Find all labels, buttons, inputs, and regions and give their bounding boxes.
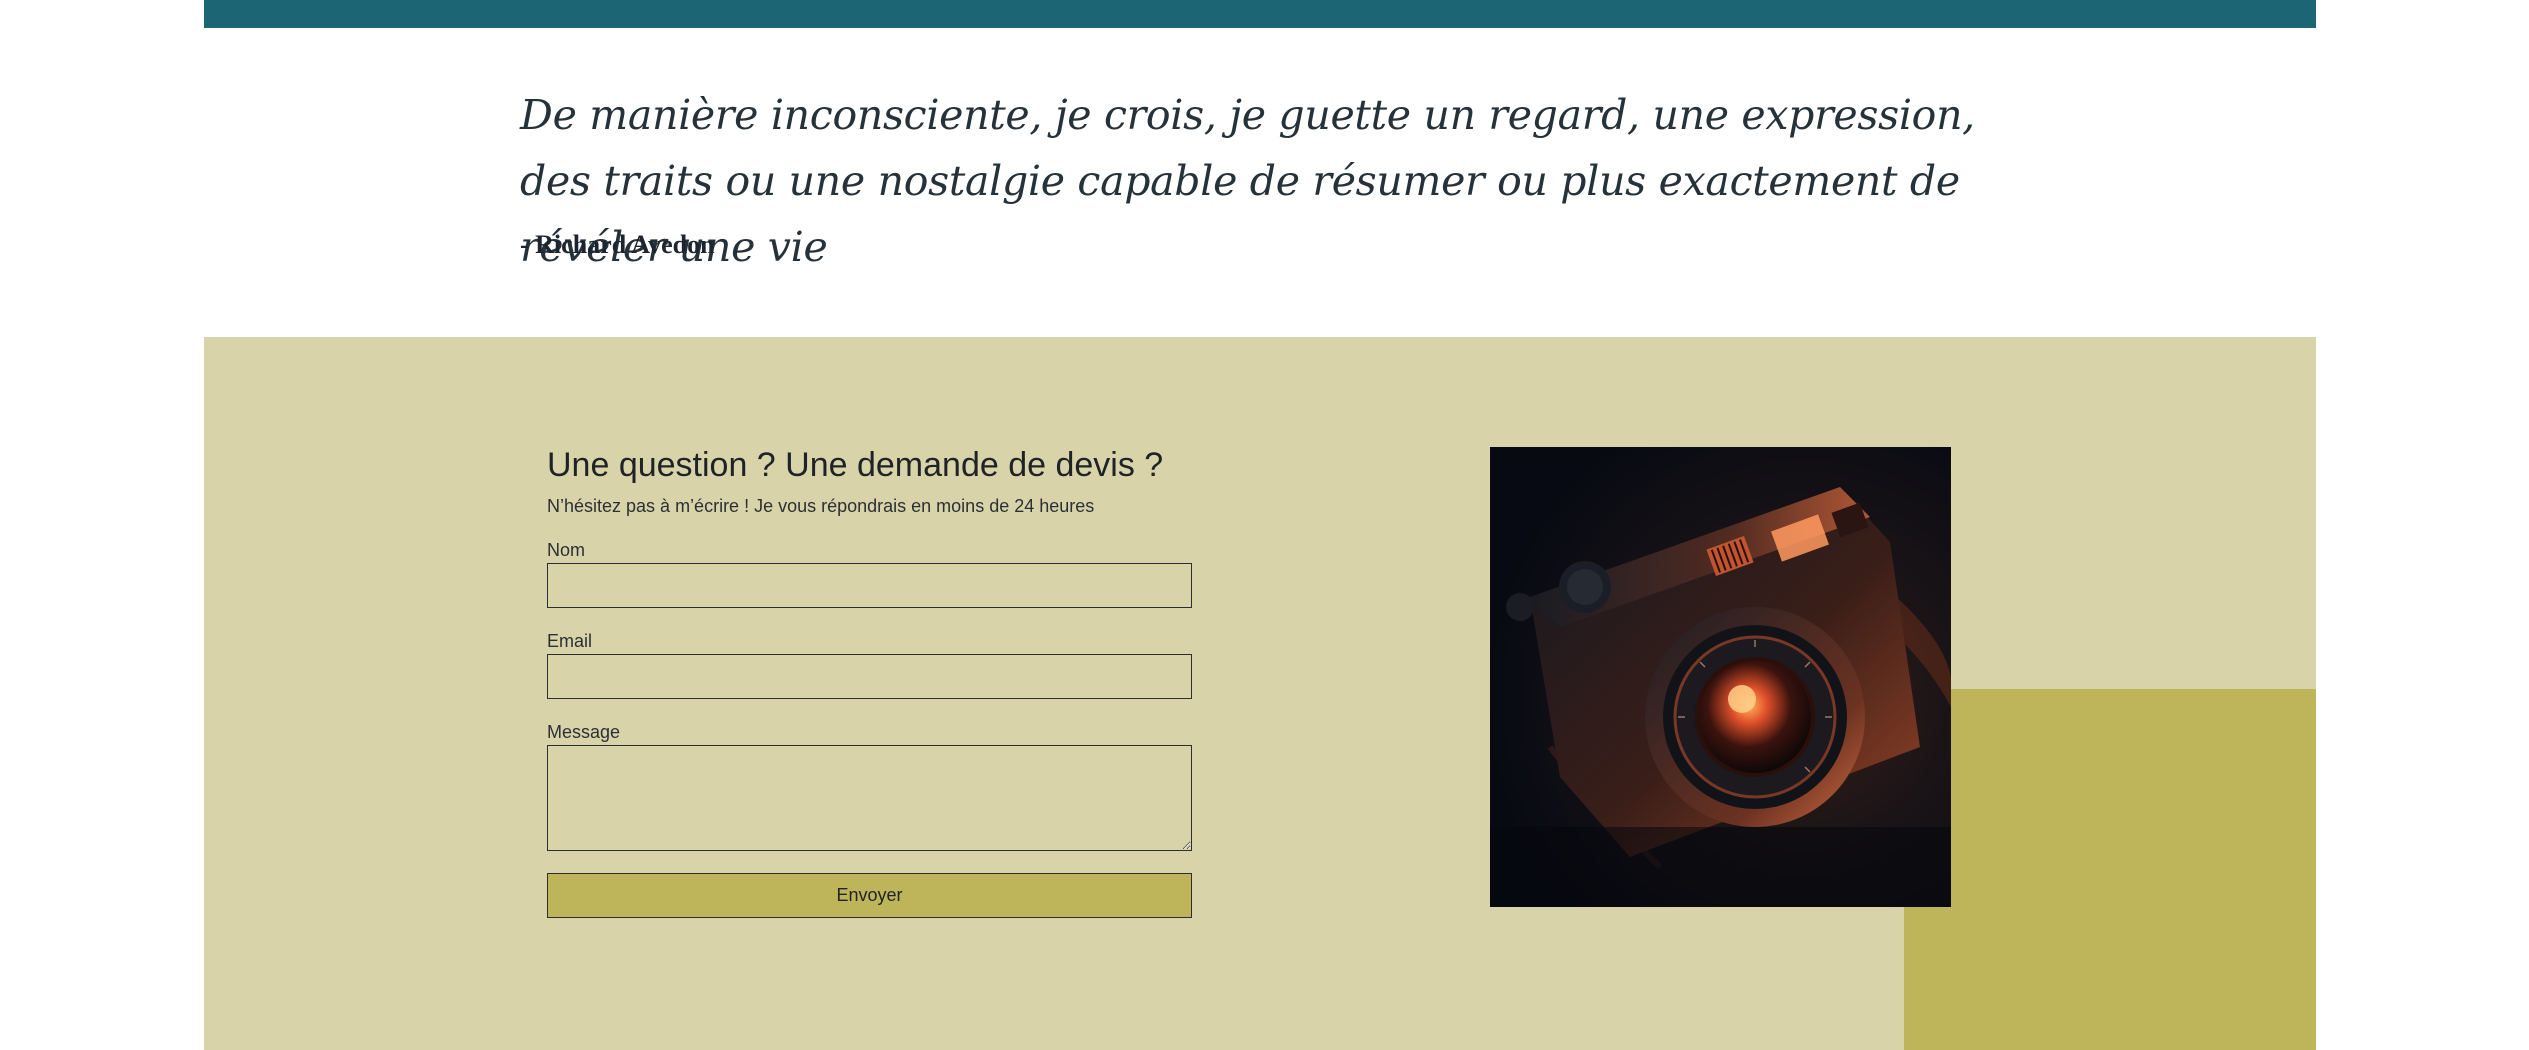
email-label: Email [547,631,593,651]
name-label: Nom [547,540,586,560]
quote-section: De manière inconsciente, je crois, je gu… [204,28,2316,337]
camera-photo [1490,447,1951,907]
message-field-group: Message [547,721,1192,851]
page: De manière inconsciente, je crois, je gu… [0,0,2529,1050]
contact-title: Une question ? Une demande de devis ? [547,446,1164,484]
submit-button[interactable]: Envoyer [547,873,1192,918]
name-field-group: Nom [547,539,1192,608]
content-column: De manière inconsciente, je crois, je gu… [204,0,2316,1050]
email-field-group: Email [547,630,1192,699]
quote-author: - Richard Avedon [520,230,715,259]
top-bar [204,0,2316,28]
name-input[interactable] [547,563,1192,608]
quote-text: De manière inconsciente, je crois, je gu… [520,91,1975,271]
camera-icon [1490,447,1951,907]
email-input[interactable] [547,654,1192,699]
accent-block [1904,689,2316,1050]
contact-subtitle: N’hésitez pas à m’écrire ! Je vous répon… [547,496,1095,516]
contact-section: Une question ? Une demande de devis ? N’… [204,337,2316,1050]
contact-form: Une question ? Une demande de devis ? N’… [547,445,1192,918]
message-label: Message [547,722,621,742]
message-textarea[interactable] [547,745,1192,851]
